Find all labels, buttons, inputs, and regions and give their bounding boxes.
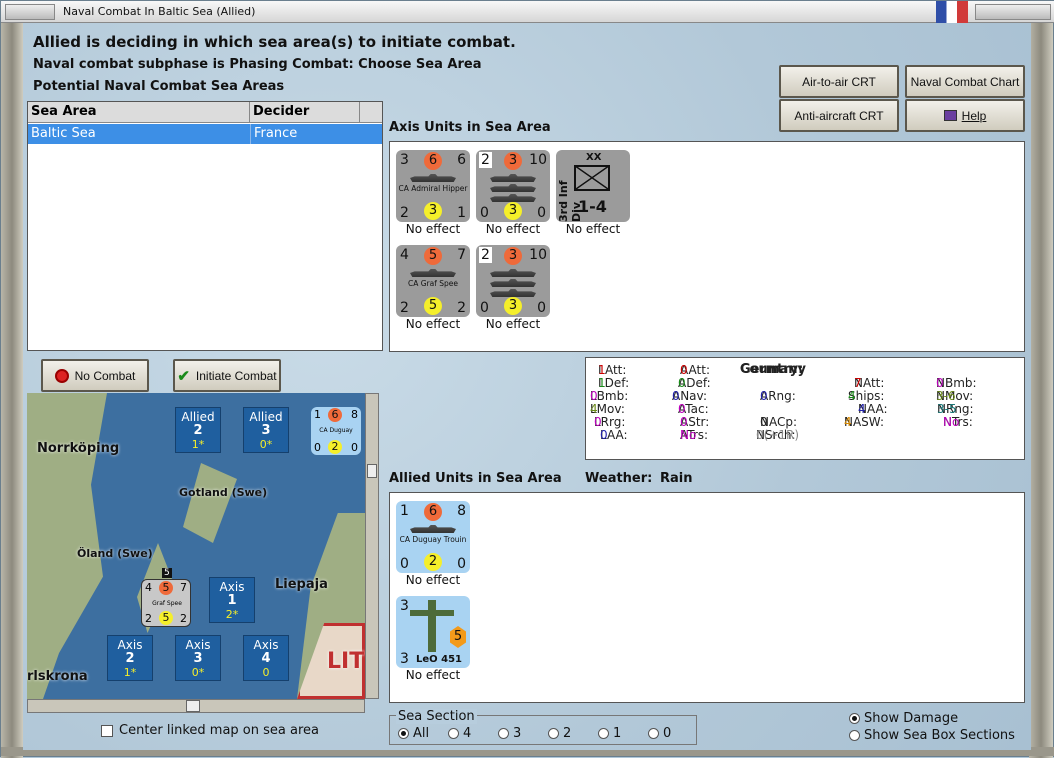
anti-aircraft-crt-button[interactable]: Anti-aircraft CRT [779, 99, 899, 132]
axis-unit-convoy[interactable]: 2 3 10 0 3 0 [476, 150, 550, 222]
center-map-label: Center linked map on sea area [119, 723, 319, 738]
sea-section-all[interactable]: All [398, 726, 429, 741]
map-label-karlskrona: rlskrona [27, 669, 88, 684]
table-header: Sea Area Decider [28, 102, 382, 123]
show-sections-radio[interactable]: Show Sea Box Sections [849, 728, 1015, 743]
country-value: Germany [740, 362, 806, 377]
map-label-gotland: Gotland (Swe) [179, 486, 268, 499]
checkbox-box[interactable] [101, 724, 113, 737]
unit-effect: No effect [405, 317, 461, 331]
axis-units-panel: 3 6 6 CA Admiral Hipper 2 3 1 No effect … [389, 141, 1025, 352]
allied-unit-leo-451[interactable]: 3 5 3 LeO 451 [396, 596, 470, 668]
axis-unit-convoy[interactable]: 2 3 10 0 3 0 [476, 245, 550, 317]
initiate-combat-button[interactable]: ✔ Initiate Combat [173, 359, 281, 392]
column-decider[interactable]: Decider [250, 102, 360, 122]
map-label-norrkoping: Norrköping [37, 441, 120, 456]
no-combat-label: No Combat [74, 368, 136, 383]
sea-section-legend: Sea Section [396, 709, 477, 724]
map-sea-box-axis-3[interactable]: Axis 3 0* [175, 635, 221, 681]
convoy-ship-icon [490, 289, 536, 297]
weather-label: Weather: [585, 471, 653, 486]
sea-section-4[interactable]: 4 [448, 726, 471, 741]
deciding-status: Allied is deciding in which sea area(s) … [33, 33, 516, 51]
center-map-checkbox[interactable]: Center linked map on sea area [101, 723, 319, 738]
help-label: Help [961, 108, 987, 123]
cell-sea-area: Baltic Sea [31, 126, 96, 141]
france-flag-icon [936, 1, 968, 23]
cruiser-icon [410, 174, 456, 182]
cruiser-icon [410, 269, 456, 277]
axis-unit-infantry-division[interactable]: 3rd Inf Div XX 1-4 [556, 150, 630, 222]
sea-section-1[interactable]: 1 [598, 726, 621, 741]
map-sea-box-allied-2[interactable]: Allied 2 1* [175, 407, 221, 453]
left-frame [1, 23, 23, 758]
system-menu-button[interactable] [5, 4, 55, 20]
map-horizontal-scrollbar[interactable] [27, 699, 365, 713]
subphase-status: Naval combat subphase is Phasing Combat:… [33, 57, 482, 72]
window-title: Naval Combat In Baltic Sea (Allied) [63, 5, 256, 18]
allied-unit-duguay-trouin[interactable]: 1 6 8 CA Duguay Trouin 0 2 0 [396, 501, 470, 573]
no-entry-icon [54, 368, 69, 383]
sea-section-2[interactable]: 2 [548, 726, 571, 741]
map-sea-box-axis-4[interactable]: Axis 4 0 [243, 635, 289, 681]
right-frame [1029, 23, 1053, 758]
title-bar: Naval Combat In Baltic Sea (Allied) [1, 1, 1054, 23]
naval-combat-window: Naval Combat In Baltic Sea (Allied) Alli… [0, 0, 1054, 758]
unit-stats-panel: LAtt: 1 LDef: 1 LBmb: 0 LMov: 4 LRrg: 0 … [585, 357, 1025, 460]
cell-decider: France [250, 124, 360, 144]
checkmark-icon: ✔ [177, 367, 190, 385]
show-damage-radio[interactable]: Show Damage [849, 711, 958, 726]
infantry-symbol-icon [574, 165, 610, 191]
map-vertical-scrollbar[interactable] [365, 393, 379, 699]
unit-effect: No effect [405, 222, 461, 236]
unit-effect: No effect [485, 317, 541, 331]
unit-effect: No effect [405, 668, 461, 682]
convoy-ship-icon [490, 174, 536, 182]
window-controls[interactable] [975, 4, 1051, 20]
unit-effect: No effect [485, 222, 541, 236]
map-label-lit: LIT [327, 649, 365, 674]
weather-value: Rain [660, 471, 693, 486]
main-content: Allied is deciding in which sea area(s) … [23, 23, 1031, 750]
column-sea-area[interactable]: Sea Area [28, 102, 250, 122]
help-book-icon [943, 110, 957, 121]
scroll-thumb[interactable] [186, 700, 200, 712]
map-sea-box-allied-3[interactable]: Allied 3 0* [243, 407, 289, 453]
help-button[interactable]: Help [905, 99, 1025, 132]
map-label-liepaja: Liepaja [275, 577, 328, 592]
sea-section-3[interactable]: 3 [498, 726, 521, 741]
no-combat-button[interactable]: No Combat [41, 359, 149, 392]
convoy-ship-icon [490, 194, 536, 202]
map-unit-duguay[interactable]: 1 6 8 CA Duguay 0 2 0 [311, 407, 361, 455]
sea-area-table: Sea Area Decider Baltic Sea France [27, 101, 383, 351]
cruiser-icon [410, 525, 456, 533]
initiate-combat-label: Initiate Combat [195, 368, 277, 383]
allied-units-panel: 1 6 8 CA Duguay Trouin 0 2 0 No effect 3… [389, 492, 1025, 703]
table-row[interactable]: Baltic Sea France [28, 124, 382, 144]
convoy-ship-icon [490, 279, 536, 287]
map-sea-box-axis-1[interactable]: Axis 1 2* [209, 577, 255, 623]
map-unit-graf-spee[interactable]: 5 4 5 7 Graf Spee 2 5 2 [141, 568, 191, 627]
unit-effect: No effect [565, 222, 621, 236]
axis-unit-graf-spee[interactable]: 4 5 7 CA Graf Spee 2 5 2 [396, 245, 470, 317]
axis-unit-admiral-hipper[interactable]: 3 6 6 CA Admiral Hipper 2 3 1 [396, 150, 470, 222]
linked-map[interactable]: LIT Norrköping Gotland (Swe) Öland (Swe)… [27, 393, 365, 699]
convoy-ship-icon [490, 184, 536, 192]
unit-effect: No effect [405, 573, 461, 587]
potential-areas-heading: Potential Naval Combat Sea Areas [33, 79, 285, 94]
axis-units-heading: Axis Units in Sea Area [389, 120, 551, 135]
naval-combat-chart-button[interactable]: Naval Combat Chart [905, 65, 1025, 98]
sea-section-0[interactable]: 0 [648, 726, 671, 741]
air-to-air-crt-button[interactable]: Air-to-air CRT [779, 65, 899, 98]
scroll-thumb[interactable] [367, 464, 377, 478]
map-sea-box-axis-2[interactable]: Axis 2 1* [107, 635, 153, 681]
allied-units-heading: Allied Units in Sea Area [389, 471, 562, 486]
map-label-oland: Öland (Swe) [77, 547, 153, 560]
convoy-ship-icon [490, 269, 536, 277]
sea-section-group: Sea Section All 4 3 2 1 0 [389, 709, 697, 745]
